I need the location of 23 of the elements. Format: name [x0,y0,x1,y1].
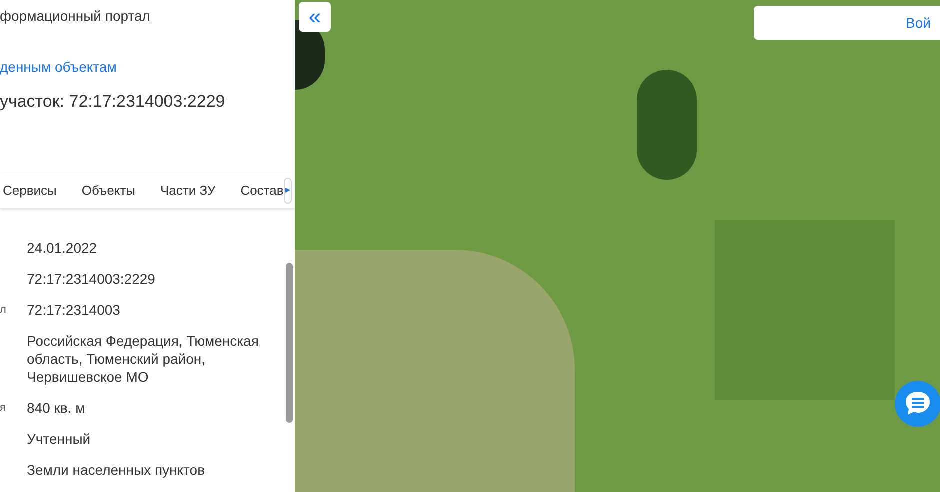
tab[interactable]: Части ЗУ [160,180,216,200]
tab[interactable]: Состав [240,180,284,200]
collapse-button[interactable]: « [299,2,331,32]
back-link[interactable]: денным объектам [0,57,117,77]
chat-button[interactable] [895,381,940,427]
parcel-heading: участок: 72:17:2314003:2229 [0,91,226,113]
field-value: Российская Федерация, Тюменская область, Тюменский район, Червишевское МО [27,332,260,386]
login-button[interactable]: Вой [754,6,940,40]
field-value: 72:17:2314003:2229 [27,270,156,288]
tab[interactable]: Объекты [82,180,136,200]
field-value: 72:17:2314003 [27,301,122,319]
chat-icon [904,391,932,417]
scrollbar-thumb[interactable] [286,263,293,423]
tab-scroll-button[interactable]: ▸ [284,178,292,204]
portal-title: формационный портал [0,7,152,26]
field-label: я [0,402,6,414]
satellite-map-photo[interactable]: « Вой [295,0,940,492]
field-value: 840 кв. м [27,399,86,417]
field-value: 24.01.2022 [27,239,98,257]
field-label: л [0,304,6,316]
field-value: Земли населенных пунктов [27,461,206,479]
field-value: Учтенный [27,430,92,448]
tab[interactable]: Сервисы [3,180,57,200]
